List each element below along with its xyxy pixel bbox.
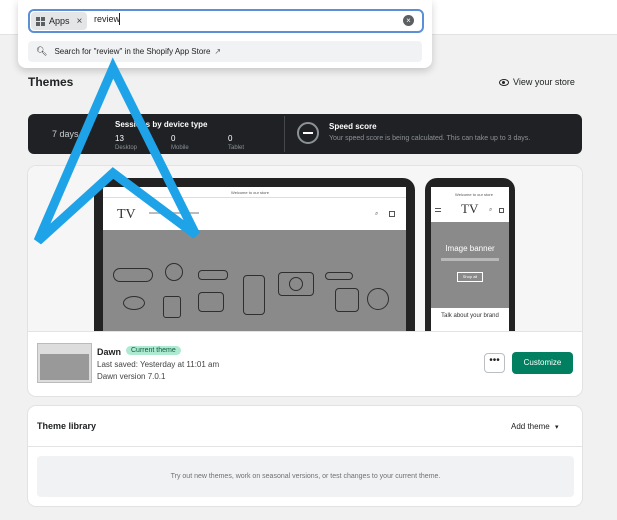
annotation-arrow-icon — [33, 57, 201, 245]
